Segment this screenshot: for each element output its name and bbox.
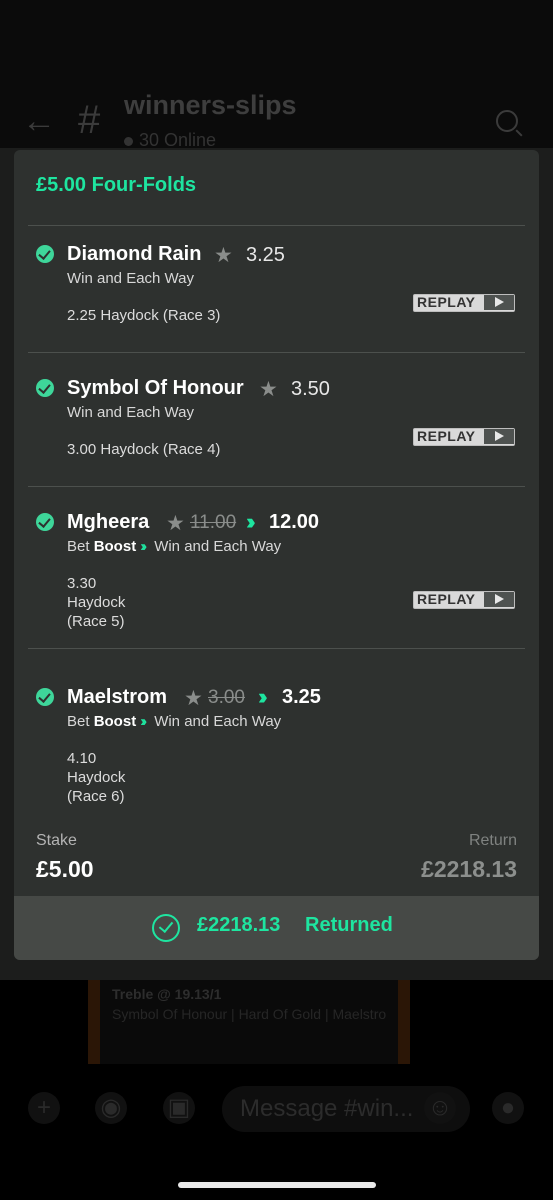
divider: [28, 225, 525, 226]
home-indicator[interactable]: [178, 1182, 376, 1188]
play-icon: [484, 295, 514, 310]
race-info: 4.10 Haydock (Race 6): [67, 749, 125, 806]
play-icon: [484, 592, 514, 607]
stake-value: £5.00: [36, 856, 94, 882]
background-post-text: Symbol Of Honour | Hard Of Gold | Maelst…: [112, 1006, 386, 1022]
race-info: 2.25 Haydock (Race 3): [67, 307, 221, 324]
original-odds: 3.00: [208, 687, 245, 708]
horse-name: Maelstrom: [67, 686, 168, 708]
boost-prefix: Bet: [67, 713, 90, 730]
replay-label: REPLAY: [417, 591, 476, 607]
background-post-title: Treble @ 19.13/1: [112, 986, 222, 1002]
race-number: (Race 5): [67, 613, 125, 630]
boost-arrow-icon: ››: [258, 684, 267, 709]
original-odds: 11.00: [190, 512, 237, 533]
market: Win and Each Way: [67, 404, 194, 421]
race-info: 3.00 Haydock (Race 4): [67, 441, 221, 458]
boost-prefix: Bet: [67, 538, 90, 555]
horse-name: Symbol Of Honour: [67, 377, 244, 399]
boost-chevron-icon: ››: [140, 713, 147, 730]
favourite-star-icon[interactable]: ★: [214, 245, 233, 266]
boost-word: Boost: [93, 713, 137, 730]
check-circle-icon: [36, 379, 54, 397]
market-text: Win and Each Way: [154, 713, 282, 730]
boost-arrow-icon: ››: [246, 509, 255, 534]
horse-name: Mgheera: [67, 511, 150, 533]
race-time: 3.30: [67, 575, 97, 592]
replay-label: REPLAY: [417, 294, 476, 310]
play-icon: [484, 429, 514, 444]
returned-amount: £2218.13: [197, 914, 281, 936]
channel-title[interactable]: winners-slips: [124, 90, 297, 121]
race-course: Haydock: [67, 594, 126, 611]
divider: [28, 648, 525, 649]
check-circle-icon: [152, 914, 180, 942]
boosted-odds: 3.25: [282, 686, 321, 708]
gift-icon[interactable]: ▣: [163, 1092, 195, 1124]
market: Win and Each Way: [67, 270, 194, 287]
emoji-icon[interactable]: ☺: [424, 1092, 456, 1124]
odds: 3.25: [246, 244, 285, 266]
check-circle-icon: [36, 245, 54, 263]
returned-label: Returned: [305, 914, 393, 936]
replay-button[interactable]: REPLAY: [413, 428, 515, 446]
check-circle-icon: [36, 513, 54, 531]
return-value: £2218.13: [421, 856, 517, 882]
returned-banner: £2218.13 Returned: [14, 896, 539, 960]
market: Bet Boost ›› Win and Each Way: [67, 713, 281, 730]
odds: 3.50: [291, 378, 330, 400]
channel-hash-icon: #: [78, 98, 101, 142]
favourite-star-icon[interactable]: ★: [166, 513, 185, 534]
race-time: 4.10: [67, 750, 97, 767]
boost-chevron-icon: ››: [140, 538, 147, 555]
replay-button[interactable]: REPLAY: [413, 591, 515, 609]
microphone-icon[interactable]: ●: [492, 1092, 524, 1124]
gamepad-icon[interactable]: ◉: [95, 1092, 127, 1124]
background-message-card: Treble @ 19.13/1 Symbol Of Honour | Hard…: [88, 980, 410, 1064]
favourite-star-icon[interactable]: ★: [259, 379, 278, 400]
stake-label: Stake: [36, 832, 77, 849]
boosted-odds: 12.00: [269, 511, 320, 533]
bet-slip-sheet: £5.00 Four-Folds Diamond Rain ★ 3.25 Win…: [14, 150, 539, 960]
check-circle-icon: [36, 688, 54, 706]
replay-button[interactable]: REPLAY: [413, 294, 515, 312]
market: Bet Boost ›› Win and Each Way: [67, 538, 281, 555]
add-icon[interactable]: +: [28, 1092, 60, 1124]
race-info: 3.30 Haydock (Race 5): [67, 574, 125, 631]
race-course: Haydock: [67, 769, 126, 786]
replay-label: REPLAY: [417, 428, 476, 444]
online-count-label: 30 Online: [139, 130, 217, 150]
return-label: Return: [468, 832, 517, 849]
favourite-star-icon[interactable]: ★: [184, 688, 203, 709]
horse-name: Diamond Rain: [67, 243, 202, 265]
divider: [28, 486, 525, 487]
divider: [28, 352, 525, 353]
online-dot-icon: [124, 136, 133, 146]
race-number: (Race 6): [67, 788, 125, 805]
slip-title: £5.00 Four-Folds: [36, 174, 197, 196]
search-icon[interactable]: [496, 110, 518, 132]
back-arrow-icon[interactable]: ←: [22, 104, 56, 138]
market-text: Win and Each Way: [154, 538, 282, 555]
boost-word: Boost: [93, 538, 137, 555]
